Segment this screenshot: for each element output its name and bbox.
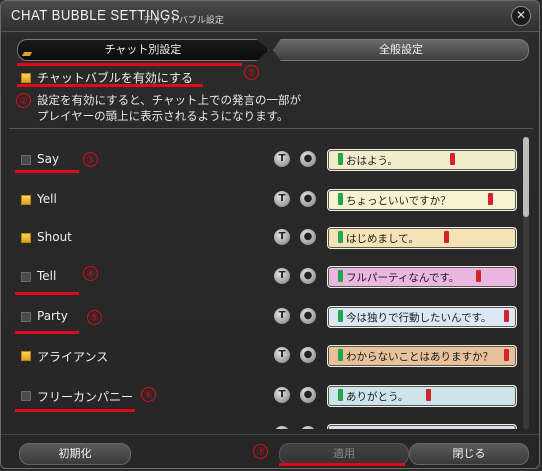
annotation-marker-7: ⑦: [253, 444, 268, 459]
bubble-preview: ちょっといいですか？: [327, 189, 517, 211]
quote-open-icon: [338, 153, 343, 165]
text-settings-button[interactable]: T: [273, 346, 291, 364]
bubble-preview-text: ちょっといいですか？: [346, 195, 451, 207]
annotation-underline: [17, 63, 242, 66]
enable-chat-bubble-checkbox[interactable]: [21, 73, 31, 83]
annotation-underline: [15, 292, 79, 295]
channel-label: アライアンス: [37, 350, 109, 364]
channel-row-shout: Shout T ● はじめまして。: [9, 217, 521, 257]
quote-open-icon: [338, 193, 343, 205]
text-settings-button[interactable]: T: [273, 386, 291, 404]
text-settings-button[interactable]: T: [273, 425, 291, 429]
bubble-preview: 今は独りで行動したいんです。: [327, 306, 517, 328]
quote-open-icon: [338, 270, 343, 282]
text-settings-button[interactable]: T: [273, 307, 291, 325]
text-settings-button[interactable]: T: [273, 267, 291, 285]
tab-label: 全般設定: [379, 43, 423, 56]
annotation-marker-3: ③: [83, 152, 98, 167]
enable-description: 設定を有効にすると、チャット上での発言の一部が プレイヤーの頭上に表示されるよう…: [37, 92, 301, 124]
annotation-underline: [15, 170, 79, 173]
footer: 初期化 適用 閉じる: [1, 434, 539, 468]
apply-button[interactable]: 適用: [279, 443, 409, 465]
speech-bubble-icon[interactable]: ●: [299, 346, 317, 364]
channel-row-yell: Yell T ● ちょっといいですか？: [9, 179, 521, 219]
annotation-marker-1: ①: [244, 65, 259, 80]
chat-channel-list: Say T ● おはよう。 Yell T ● ちょっといいですか？ Shout: [9, 137, 521, 429]
title-bar: CHAT BUBBLE SETTINGS チャットバブル設定 ✕: [1, 1, 539, 32]
quote-close-icon: [476, 270, 481, 282]
annotation-underline: [17, 84, 203, 87]
bubble-preview: おはよう。: [327, 149, 517, 171]
bubble-preview-text: ありがとう。: [346, 391, 409, 403]
channel-row-party: Party T ● 今は独りで行動したいんです。: [9, 296, 521, 336]
bubble-preview: フルパーティなんです。: [327, 266, 517, 288]
tab-bar: チャット別設定 全般設定: [17, 39, 529, 61]
quote-open-icon: [338, 231, 343, 243]
bubble-preview: はじめまして。: [327, 227, 517, 249]
annotation-underline: [15, 409, 135, 412]
quote-close-icon: [488, 193, 493, 205]
channel-checkbox[interactable]: [21, 312, 31, 322]
close-icon[interactable]: ✕: [511, 6, 531, 26]
description-line: プレイヤーの頭上に表示されるようになります。: [37, 109, 289, 123]
channel-checkbox[interactable]: [21, 233, 31, 243]
bubble-preview-text: はじめまして。: [346, 233, 419, 245]
bubble-preview: わからないことはありますか？: [327, 345, 517, 367]
channel-label: Yell: [37, 192, 57, 206]
reset-button[interactable]: 初期化: [19, 443, 131, 465]
annotation-marker-5: ⑤: [87, 310, 102, 325]
divider: [9, 128, 533, 129]
quote-open-icon: [338, 349, 343, 361]
speech-bubble-icon[interactable]: ●: [299, 267, 317, 285]
chat-bubble-settings-window: CHAT BUBBLE SETTINGS チャットバブル設定 ✕ チャット別設定…: [0, 0, 540, 469]
speech-bubble-icon[interactable]: ●: [299, 190, 317, 208]
channel-row-partial: T ●: [9, 414, 521, 429]
channel-checkbox[interactable]: [21, 391, 31, 401]
bubble-preview: ありがとう。: [327, 385, 517, 407]
window-subtitle: チャットバブル設定: [143, 16, 224, 26]
speech-bubble-icon[interactable]: ●: [299, 228, 317, 246]
channel-row-alliance: アライアンス T ● わからないことはありますか？: [9, 335, 521, 375]
text-settings-button[interactable]: T: [273, 228, 291, 246]
description-line: 設定を有効にすると、チャット上での発言の一部が: [37, 93, 302, 107]
bubble-preview-text: おはよう。: [346, 155, 398, 167]
quote-close-icon: [504, 310, 509, 322]
quote-close-icon: [450, 153, 455, 165]
channel-label: Tell: [37, 269, 57, 283]
text-settings-button[interactable]: T: [273, 190, 291, 208]
quote-close-icon: [426, 389, 431, 401]
channel-label: Party: [37, 309, 68, 323]
quote-close-icon: [504, 349, 509, 361]
bubble-preview-text: 今は独りで行動したいんです。: [346, 312, 492, 324]
channel-checkbox[interactable]: [21, 351, 31, 361]
annotation-underline: [15, 331, 79, 334]
text-settings-button[interactable]: T: [273, 150, 291, 168]
annotation-underline: [279, 463, 405, 466]
tab-label: チャット別設定: [104, 43, 182, 56]
channel-label: フリーカンパニー: [37, 390, 134, 404]
channel-label: Say: [37, 152, 60, 166]
list-scrollbar[interactable]: [523, 137, 529, 429]
channel-checkbox[interactable]: [21, 195, 31, 205]
annotation-marker-6: ⑥: [141, 387, 156, 402]
speech-bubble-icon[interactable]: ●: [299, 425, 317, 429]
channel-checkbox[interactable]: [21, 155, 31, 165]
channel-label: Shout: [37, 230, 72, 244]
quote-close-icon: [444, 231, 449, 243]
annotation-marker-2: ②: [16, 93, 31, 108]
speech-bubble-icon[interactable]: ●: [299, 386, 317, 404]
tab-per-chat-settings[interactable]: チャット別設定: [17, 39, 269, 61]
speech-bubble-icon[interactable]: ●: [299, 307, 317, 325]
scrollbar-thumb[interactable]: [523, 137, 529, 217]
speech-bubble-icon[interactable]: ●: [299, 150, 317, 168]
close-button[interactable]: 閉じる: [409, 443, 529, 465]
bubble-preview-text: フルパーティなんです。: [346, 272, 460, 284]
channel-checkbox[interactable]: [21, 272, 31, 282]
tab-general-settings[interactable]: 全般設定: [273, 39, 529, 61]
annotation-marker-4: ④: [83, 266, 98, 281]
quote-open-icon: [338, 310, 343, 322]
bubble-preview-text: わからないことはありますか？: [346, 351, 493, 363]
quote-open-icon: [338, 389, 343, 401]
bubble-preview: [327, 424, 517, 429]
